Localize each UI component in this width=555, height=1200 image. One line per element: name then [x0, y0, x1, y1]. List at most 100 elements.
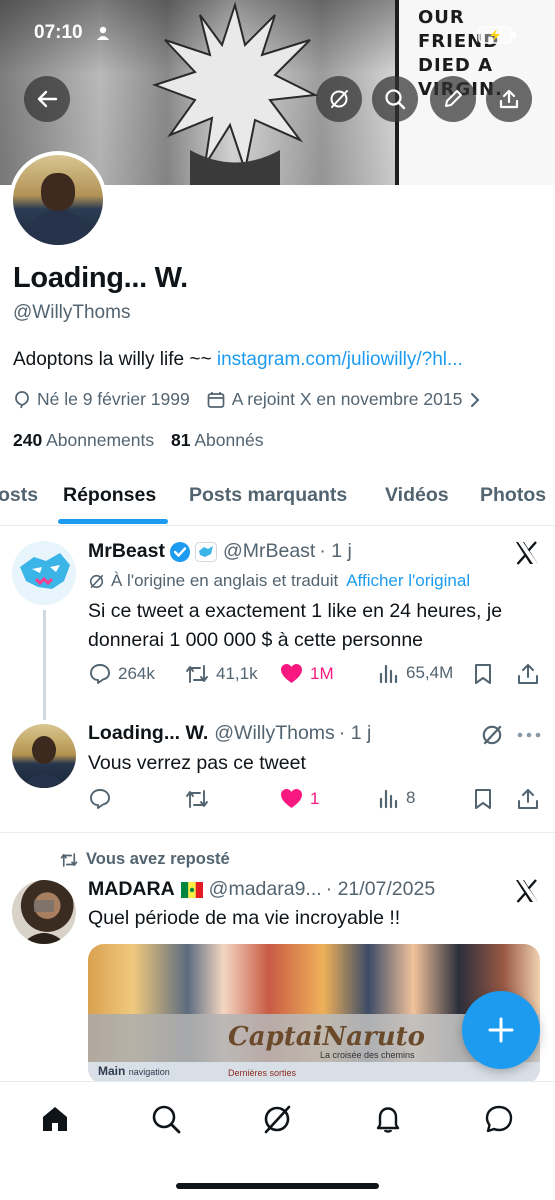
active-tab-indicator [58, 519, 168, 524]
share-icon [518, 789, 538, 809]
affiliate-badge-icon [194, 541, 217, 562]
repost-button[interactable]: 41,1k [184, 662, 258, 686]
bookmark-button[interactable] [472, 662, 494, 686]
reply-time: · 1 j [338, 722, 372, 744]
repost-author-name[interactable]: MADARA [88, 878, 175, 901]
like-button[interactable]: 1 [279, 787, 319, 810]
home-icon [43, 1107, 67, 1131]
repost-author-handle[interactable]: @madara9... [209, 878, 322, 901]
reply-author-handle[interactable]: @WillyThoms [214, 722, 335, 745]
heart-icon [281, 664, 302, 683]
bio-text: Adoptons la willy life ~~ [13, 349, 217, 370]
like-count: 1M [310, 663, 334, 683]
media-logo-sub: La croisée des chemins [320, 1050, 415, 1060]
verified-badge-icon [169, 541, 190, 562]
share-icon [518, 664, 538, 684]
thread-line [43, 610, 46, 720]
reply-button[interactable] [88, 787, 118, 811]
compose-button[interactable] [462, 991, 540, 1069]
messages-icon [485, 1105, 513, 1133]
profile-avatar[interactable] [9, 151, 107, 249]
nav-grok[interactable] [260, 1102, 294, 1136]
back-arrow-icon [37, 90, 58, 108]
media-section: Dernières sorties [228, 1068, 297, 1078]
grok-icon[interactable] [480, 723, 504, 747]
person-icon [97, 26, 109, 40]
repost-icon [186, 665, 208, 683]
show-original-link[interactable]: Afficher l'original [346, 571, 470, 591]
reply-author-avatar[interactable] [12, 724, 76, 788]
share-tweet-button[interactable] [516, 787, 540, 811]
edit-button[interactable] [430, 76, 476, 122]
followers-link[interactable]: 81 Abonnés [171, 430, 263, 450]
repost-label: Vous avez reposté [58, 850, 230, 869]
share-tweet-button[interactable] [516, 662, 540, 686]
like-button[interactable]: 1M [279, 662, 334, 685]
repost-count: 41,1k [216, 664, 258, 683]
reply-button[interactable]: 264k [88, 662, 155, 686]
tab-videos[interactable]: Vidéos [385, 484, 449, 507]
profile-tabs: osts Réponses Posts marquants Vidéos Pho… [0, 466, 555, 526]
share-icon [499, 89, 519, 109]
chevron-right-icon[interactable] [468, 392, 482, 408]
grok-icon [264, 1105, 291, 1134]
tweet-time: · 1 j [319, 540, 352, 562]
madara-avatar[interactable] [12, 880, 76, 944]
search-icon [152, 1105, 181, 1134]
following-count: 240 [13, 430, 43, 450]
followers-label: Abonnés [194, 430, 264, 450]
beast-logo-icon [12, 541, 76, 605]
notifications-icon [376, 1107, 400, 1133]
media-nav-sub: navigation [128, 1067, 170, 1077]
tweet-author-name[interactable]: MrBeast [88, 540, 165, 563]
nav-search[interactable] [149, 1102, 183, 1136]
bio-link[interactable]: instagram.com/juliowilly/?hl... [217, 349, 463, 370]
reply-text: Vous verrez pas ce tweet [88, 752, 306, 774]
grok-button[interactable] [316, 76, 362, 122]
edit-icon [445, 90, 462, 107]
more-icon[interactable] [516, 730, 542, 740]
profile-bio: Adoptons la willy life ~~ instagram.com/… [13, 349, 463, 371]
reply-count: 264k [118, 664, 155, 683]
avatar-image [20, 736, 68, 788]
avatar-image [13, 155, 103, 245]
grok-icon [330, 90, 348, 108]
x-logo-icon [516, 879, 538, 903]
repost-button[interactable] [184, 787, 216, 811]
nav-home[interactable] [38, 1102, 72, 1136]
senegal-flag-icon [180, 881, 203, 898]
tab-photos[interactable]: Photos [480, 484, 546, 507]
tweet-divider [0, 832, 555, 833]
following-link[interactable]: 240 Abonnements [13, 430, 154, 450]
avatar-image [22, 900, 66, 944]
like-count: 1 [310, 788, 320, 808]
share-button[interactable] [486, 76, 532, 122]
tab-highlights[interactable]: Posts marquants [189, 484, 347, 507]
repost-icon [60, 852, 78, 867]
tweet-text: Si ce tweet a exactement 1 like en 24 he… [88, 600, 503, 651]
views-count: 65,4M [406, 663, 454, 682]
nav-messages[interactable] [482, 1102, 516, 1136]
media-nav: Main navigation [98, 1064, 170, 1078]
bookmark-button[interactable] [472, 787, 494, 811]
back-button[interactable] [24, 76, 70, 122]
search-icon [385, 89, 406, 110]
reply-icon [90, 664, 110, 684]
mrbeast-avatar[interactable] [12, 541, 76, 605]
reply-header: Loading... W. @WillyThoms · 1 j [88, 722, 371, 745]
tab-replies[interactable]: Réponses [63, 484, 156, 507]
views-button[interactable]: 8 [378, 787, 415, 809]
profile-display-name: Loading... W. [13, 262, 188, 294]
views-button[interactable]: 65,4M [378, 662, 453, 684]
tab-posts[interactable]: osts [0, 484, 38, 507]
reply-author-name[interactable]: Loading... W. [88, 722, 208, 745]
tweet-author-handle[interactable]: @MrBeast [223, 540, 315, 563]
repost-text: Quel période de ma vie incroyable !! [88, 907, 401, 929]
balloon-icon [15, 390, 29, 408]
search-button[interactable] [372, 76, 418, 122]
status-time: 07:10 [34, 22, 83, 43]
heart-icon [281, 789, 302, 808]
nav-notifications[interactable] [371, 1102, 405, 1136]
bookmark-icon [475, 789, 491, 809]
battery-icon [478, 26, 516, 44]
